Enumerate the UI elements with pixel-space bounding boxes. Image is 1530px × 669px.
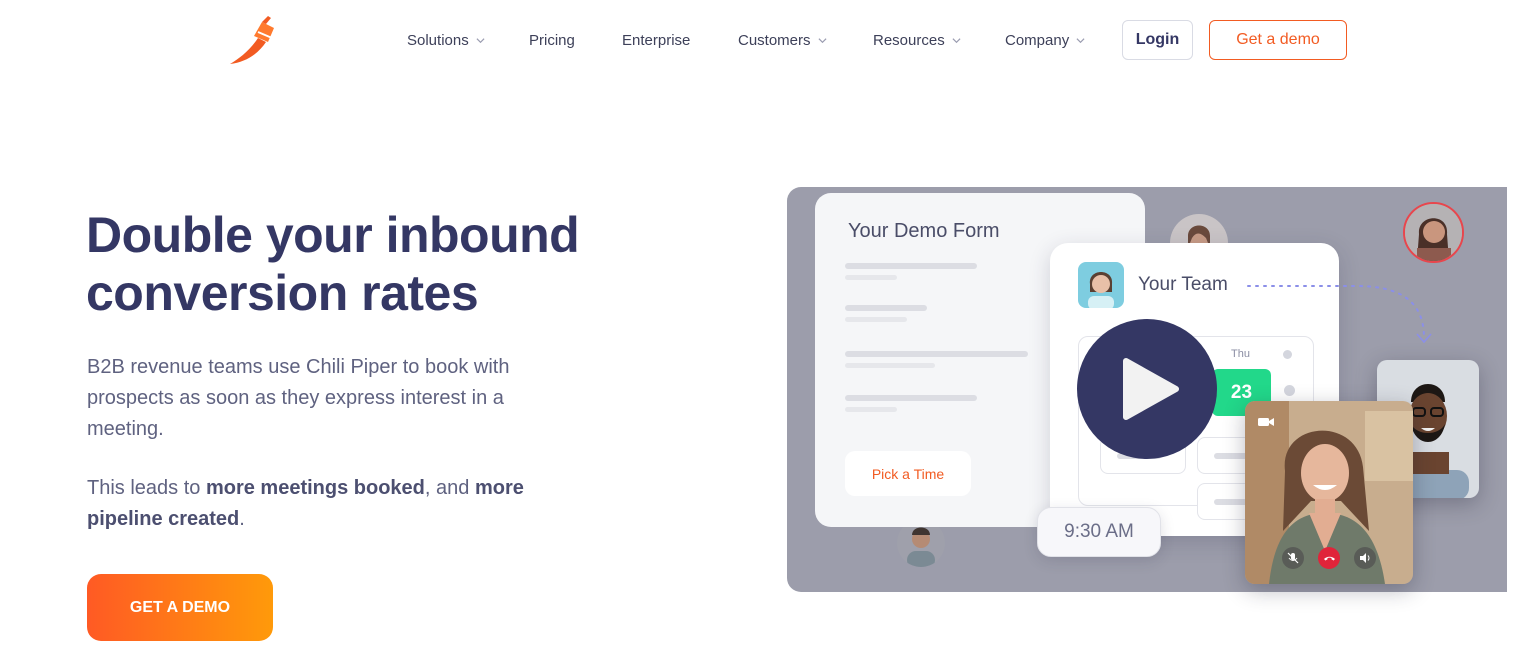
form-line [845,363,935,368]
hero-benefits: This leads to more meetings booked, and … [87,473,577,535]
hero-description: B2B revenue teams use Chili Piper to boo… [87,356,510,440]
hero-benefits-text-3: . [239,508,245,530]
camera-icon[interactable] [1255,411,1277,433]
calendar-day-label: Thu [1231,348,1250,360]
calendar-dot [1283,350,1292,359]
form-line [845,351,1028,357]
form-line [845,263,977,269]
video-call-tile [1245,401,1413,584]
play-video-button[interactable] [1077,319,1217,459]
nav-customers[interactable]: Customers [738,32,827,49]
nav-resources-label: Resources [873,32,945,49]
form-line [845,395,977,401]
form-line [845,305,927,311]
form-line [845,317,907,322]
get-demo-cta-button[interactable]: GET A DEMO [87,574,273,641]
team-title: Your Team [1138,274,1228,295]
nav-enterprise[interactable]: Enterprise [622,32,690,49]
nav-company[interactable]: Company [1005,32,1085,49]
hero-benefits-text-1: This leads to [87,477,206,499]
avatar [1078,262,1124,308]
nav-company-label: Company [1005,32,1070,49]
chevron-down-icon [818,38,827,44]
time-pill: 9:30 AM [1037,507,1161,557]
chevron-down-icon [476,38,485,44]
nav-customers-label: Customers [738,32,811,49]
play-icon [1123,358,1179,420]
chili-logo-icon[interactable] [228,14,278,66]
avatar [1403,202,1464,263]
form-line [845,275,897,280]
form-line [845,407,897,412]
hero-benefits-bold-1: more meetings booked [205,477,425,499]
mute-icon[interactable] [1282,547,1304,569]
nav-solutions[interactable]: Solutions [407,32,485,49]
nav-pricing-label: Pricing [529,32,575,49]
speaker-icon[interactable] [1354,547,1376,569]
get-demo-nav-button[interactable]: Get a demo [1209,20,1347,60]
pick-time-button[interactable]: Pick a Time [845,451,971,496]
hero-title: Double your inbound conversion rates [86,207,580,321]
chevron-down-icon [952,38,961,44]
top-navigation: Solutions Pricing Enterprise Customers R… [0,0,1530,82]
dotted-arrow-icon [1247,285,1432,344]
nav-resources[interactable]: Resources [873,32,961,49]
form-title: Your Demo Form [848,220,1000,242]
nav-enterprise-label: Enterprise [622,32,691,49]
calendar-dot [1284,385,1295,396]
nav-pricing[interactable]: Pricing [529,32,575,49]
chevron-down-icon [1076,38,1085,44]
login-button[interactable]: Login [1122,20,1193,60]
nav-solutions-label: Solutions [407,32,469,49]
hangup-icon[interactable] [1318,547,1340,569]
hero-benefits-text-2: , and [424,477,475,499]
